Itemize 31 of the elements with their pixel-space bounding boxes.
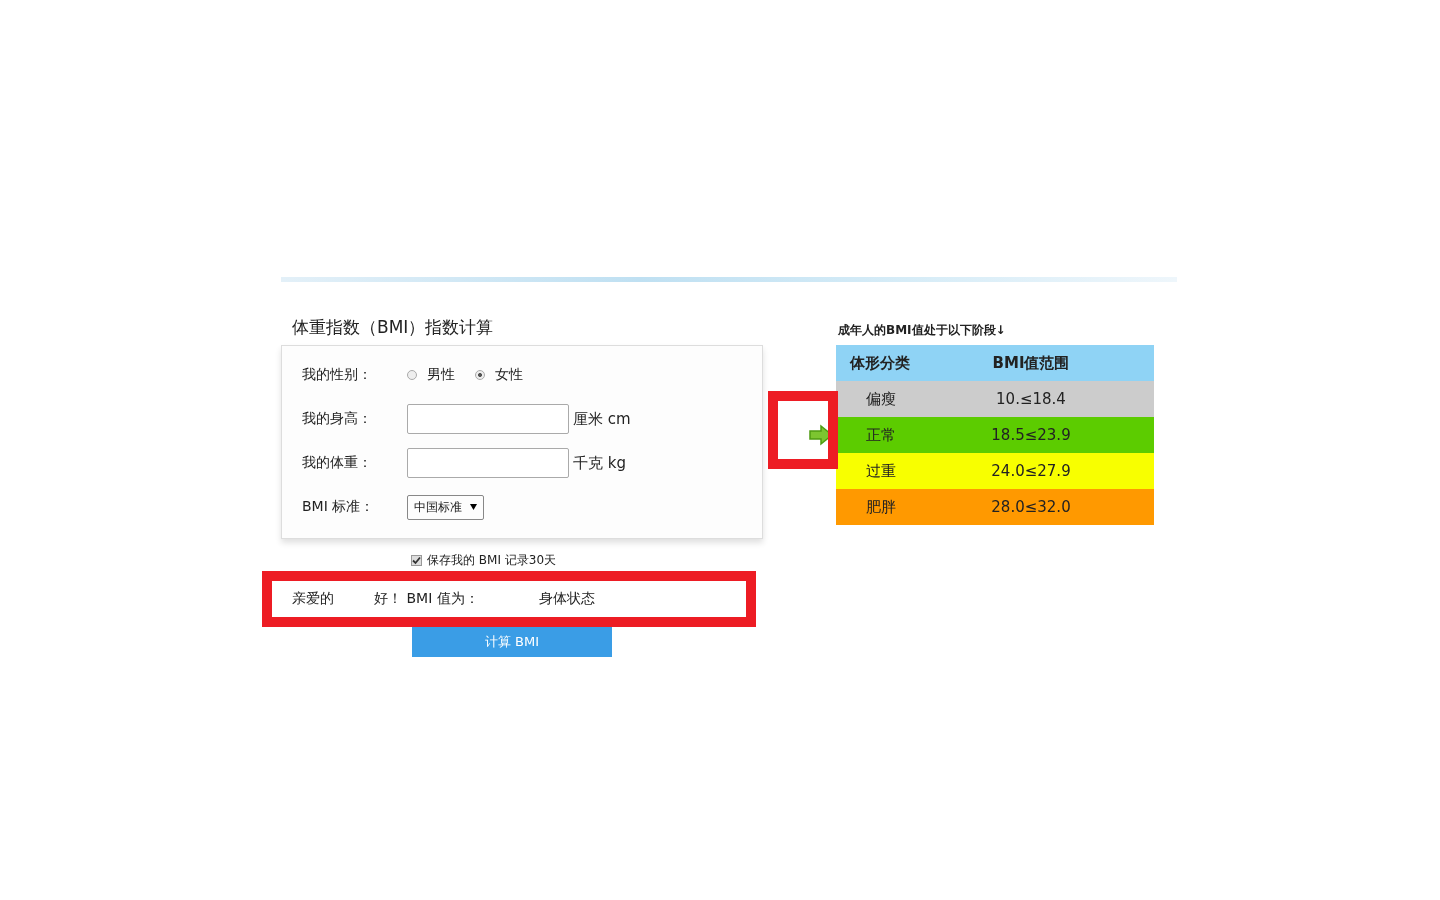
input-field[interactable] <box>407 448 569 478</box>
form-title: 体重指数（BMI）指数计算 <box>291 316 495 339</box>
table-cell-text: 肥胖 <box>865 497 897 517</box>
field-label: 我的性别： <box>302 366 373 384</box>
radio-label: 女性 <box>495 366 523 384</box>
field-label: 我的身高： <box>302 410 373 428</box>
field-label: BMI 标准： <box>302 498 376 516</box>
table-caption: 成年人的BMI值处于以下阶段↓ <box>837 322 1007 339</box>
caret-icon <box>470 504 477 510</box>
column-header: 体形分类 <box>848 353 911 373</box>
result-text: 好！ BMI 值为： <box>374 590 479 608</box>
input-field[interactable] <box>407 404 569 434</box>
table-cell-text: 过重 <box>865 461 897 481</box>
table-cell-text: 正常 <box>865 425 897 445</box>
unit-label: 千克 kg <box>573 453 626 473</box>
table-cell-text: 10.≤18.4 <box>995 390 1067 408</box>
radio-button[interactable] <box>475 370 485 380</box>
table-cell-text: 偏瘦 <box>865 389 897 409</box>
table-cell-text: 18.5≤23.9 <box>990 426 1072 444</box>
checkbox-label: 保存我的 BMI 记录30天 <box>427 552 557 569</box>
field-label: 我的体重： <box>302 454 373 472</box>
checkbox[interactable] <box>411 555 422 566</box>
table-cell-text: 28.0≤32.0 <box>990 498 1072 516</box>
radio-label: 男性 <box>427 366 455 384</box>
column-header: BMI值范围 <box>991 353 1071 373</box>
greeting-text: 亲爱的 <box>292 590 334 608</box>
unit-label: 厘米 cm <box>573 409 631 429</box>
table-cell-text: 24.0≤27.9 <box>990 462 1072 480</box>
radio-button[interactable] <box>407 370 417 380</box>
dropdown[interactable]: 中国标准 <box>407 494 484 520</box>
status-text: 身体状态 <box>538 590 595 608</box>
